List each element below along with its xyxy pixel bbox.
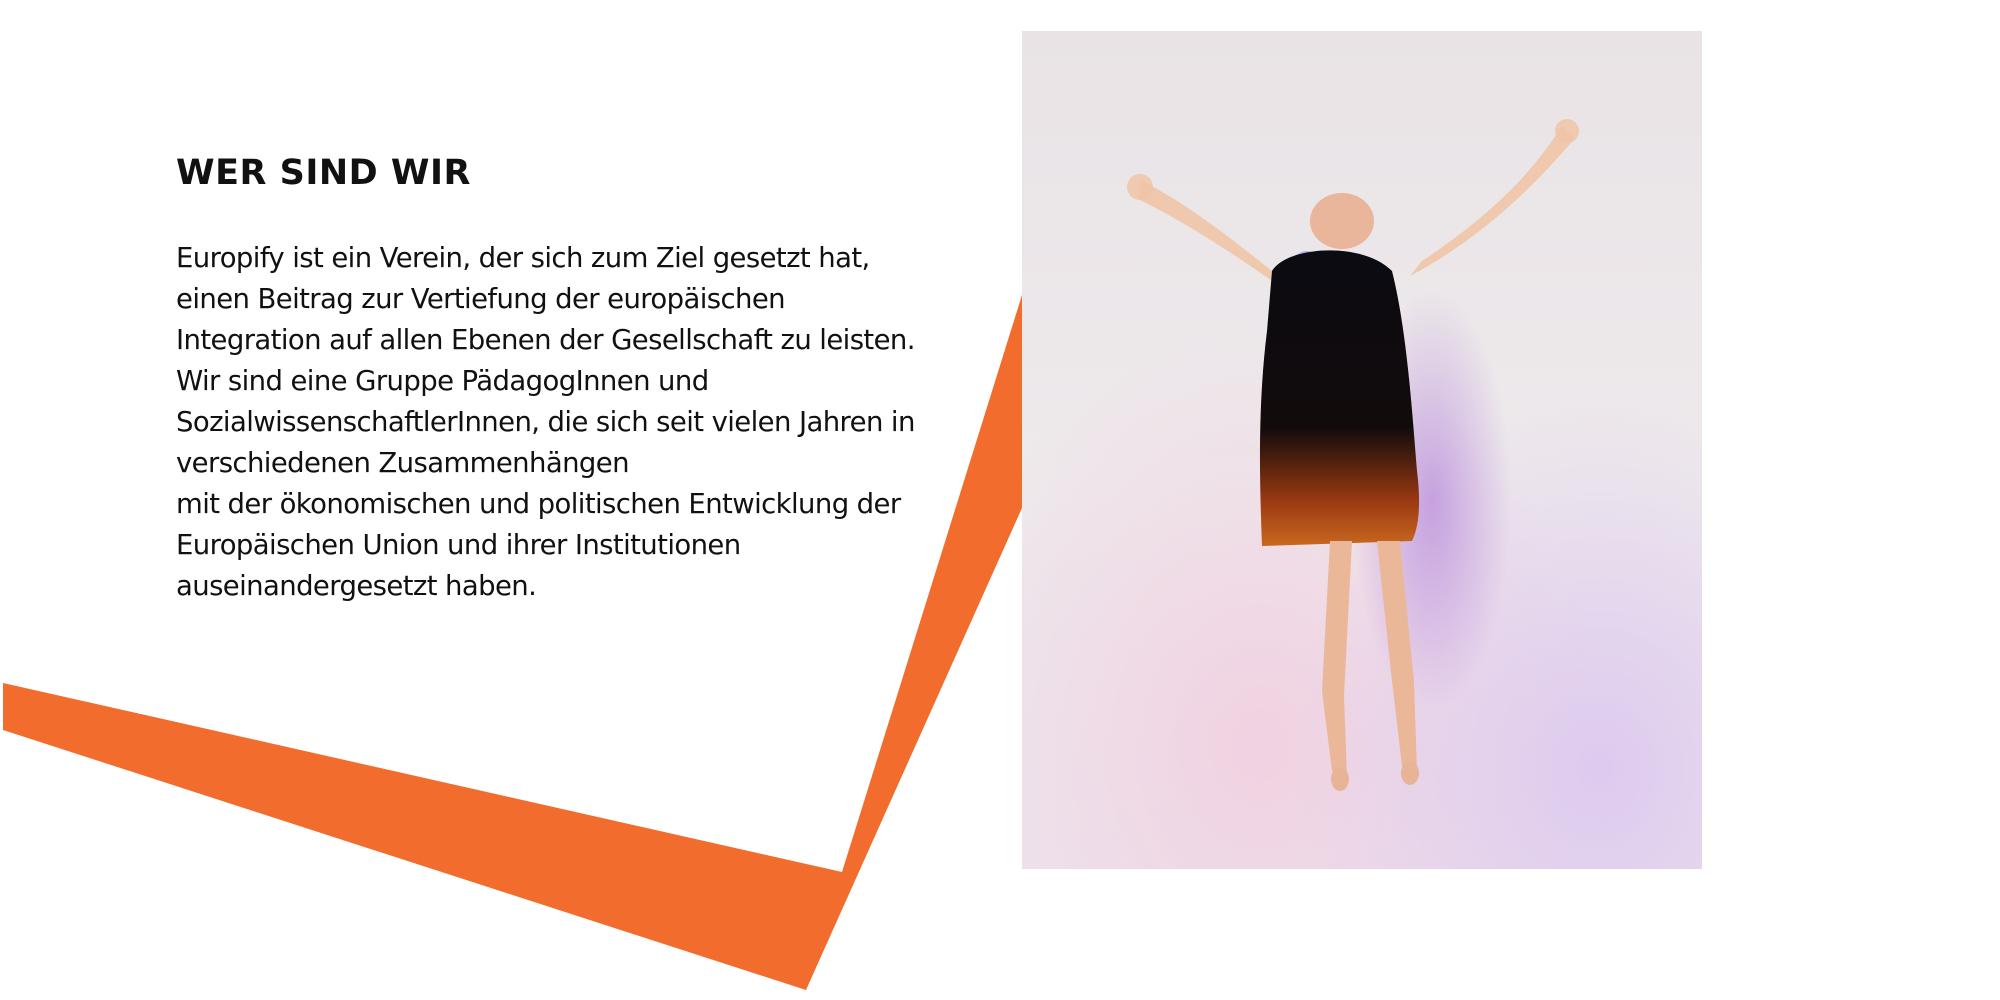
body-line: einen Beitrag zur Vertiefung der europäi… [176, 283, 786, 315]
body-line: Europäischen Union und ihrer Institution… [176, 529, 741, 561]
section-heading: WER SIND WIR [176, 153, 471, 193]
dancer-photo [1022, 31, 1702, 869]
body-line: Wir sind eine Gruppe PädagogInnen und [176, 365, 709, 397]
body-line: mit der ökonomischen und politischen Ent… [176, 488, 901, 520]
body-line: verschiedenen Zusammenhängen [176, 447, 630, 479]
body-line: SozialwissenschaftlerInnen, die sich sei… [176, 406, 915, 438]
body-line: Europify ist ein Verein, der sich zum Zi… [176, 242, 870, 274]
body-line: auseinandergesetzt haben. [176, 570, 537, 602]
body-line: Integration auf allen Ebenen der Gesells… [176, 324, 916, 356]
intro-section: WER SIND WIR Europify ist ein Verein, de… [176, 152, 956, 607]
section-body: Europify ist ein Verein, der sich zum Zi… [176, 238, 956, 607]
